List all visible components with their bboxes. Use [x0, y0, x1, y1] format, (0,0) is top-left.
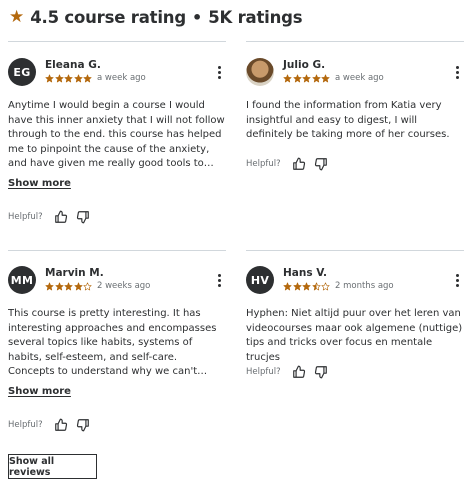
star-filled-icon — [54, 281, 64, 290]
show-more-button[interactable]: Show more — [8, 178, 71, 189]
course-rating-text: 4.5 course rating — [30, 7, 186, 27]
helpful-row: Helpful? — [8, 210, 90, 224]
thumbs-up-icon[interactable] — [54, 210, 68, 224]
thumbs-up-icon[interactable] — [292, 157, 306, 171]
star-filled-icon — [321, 73, 330, 82]
star-rating — [45, 73, 92, 83]
star-half-icon — [311, 281, 321, 290]
helpful-label: Helpful? — [246, 367, 281, 377]
review-rating: a week ago — [283, 73, 384, 83]
show-more-button[interactable]: Show more — [8, 386, 71, 397]
star-filled-icon — [73, 281, 83, 290]
review-card: EG Eleana G. a week ago Anytime I would … — [8, 58, 226, 233]
avatar — [246, 58, 274, 86]
star-filled-icon — [292, 73, 302, 82]
thumbs-up-icon[interactable] — [54, 418, 68, 432]
thumbs-up-icon[interactable] — [292, 365, 306, 379]
star-filled-icon — [283, 281, 292, 290]
reviewer-name: Julio G. — [283, 59, 326, 71]
more-options-icon[interactable] — [450, 63, 464, 81]
star-filled-icon — [311, 73, 321, 82]
star-empty-icon — [83, 281, 92, 290]
reviewer-name: Marvin M. — [45, 267, 104, 279]
avatar: MM — [8, 266, 36, 294]
thumbs-down-icon[interactable] — [314, 157, 328, 171]
thumbs-down-icon[interactable] — [314, 365, 328, 379]
more-options-icon[interactable] — [212, 271, 226, 289]
helpful-row: Helpful? — [8, 418, 90, 432]
review-card: Julio G. a week ago I found the informat… — [246, 58, 464, 233]
review-card: MM Marvin M. 2 weeks ago This course is … — [8, 266, 226, 441]
thumbs-down-icon[interactable] — [76, 418, 90, 432]
thumbs-down-icon[interactable] — [76, 210, 90, 224]
star-filled-icon — [302, 73, 311, 82]
star-rating — [283, 281, 330, 291]
more-options-icon[interactable] — [212, 63, 226, 81]
review-text: Anytime I would begin a course I would h… — [8, 100, 225, 169]
more-options-icon[interactable] — [450, 271, 464, 289]
star-filled-icon — [64, 73, 73, 82]
star-empty-icon — [321, 281, 330, 290]
review-text: This course is pretty interesting. It ha… — [8, 308, 217, 377]
avatar: HV — [246, 266, 274, 294]
star-filled-icon — [292, 281, 302, 290]
review-rating: a week ago — [45, 73, 146, 83]
ratings-count: 5K ratings — [208, 7, 303, 27]
star-filled-icon — [45, 281, 54, 290]
separator-dot: • — [191, 7, 203, 27]
helpful-label: Helpful? — [8, 212, 43, 222]
avatar: EG — [8, 58, 36, 86]
review-rating: 2 months ago — [283, 281, 394, 291]
star-filled-icon — [45, 73, 54, 82]
show-all-reviews-button[interactable]: Show all reviews — [8, 454, 97, 479]
star-filled-icon — [283, 73, 292, 82]
star-filled-icon — [73, 73, 83, 82]
star-filled-icon — [302, 281, 311, 290]
star-rating — [45, 281, 92, 291]
reviewer-name: Hans V. — [283, 267, 328, 279]
star-filled-icon — [83, 73, 92, 82]
divider — [8, 41, 226, 42]
divider — [8, 250, 226, 251]
review-date: a week ago — [335, 73, 384, 83]
star-icon: ★ — [9, 6, 25, 27]
review-text: I found the information from Katia very … — [246, 100, 450, 140]
helpful-row: Helpful? — [246, 365, 328, 379]
divider — [246, 250, 464, 251]
review-date: 2 weeks ago — [97, 281, 151, 291]
star-rating — [283, 73, 330, 83]
star-filled-icon — [64, 281, 73, 290]
review-rating: 2 weeks ago — [45, 281, 150, 291]
reviewer-name: Eleana G. — [45, 59, 101, 71]
helpful-row: Helpful? — [246, 157, 328, 171]
review-text: Hyphen: Niet altijd puur over het leren … — [246, 308, 463, 363]
helpful-label: Helpful? — [246, 159, 281, 169]
helpful-label: Helpful? — [8, 420, 43, 430]
review-date: 2 months ago — [335, 281, 394, 291]
course-rating-header: ★ 4.5 course rating • 5K ratings — [9, 6, 303, 28]
divider — [246, 41, 464, 42]
review-card: HV Hans V. 2 months ago Hyphen: Niet alt… — [246, 266, 464, 441]
review-date: a week ago — [97, 73, 146, 83]
star-filled-icon — [54, 73, 64, 82]
